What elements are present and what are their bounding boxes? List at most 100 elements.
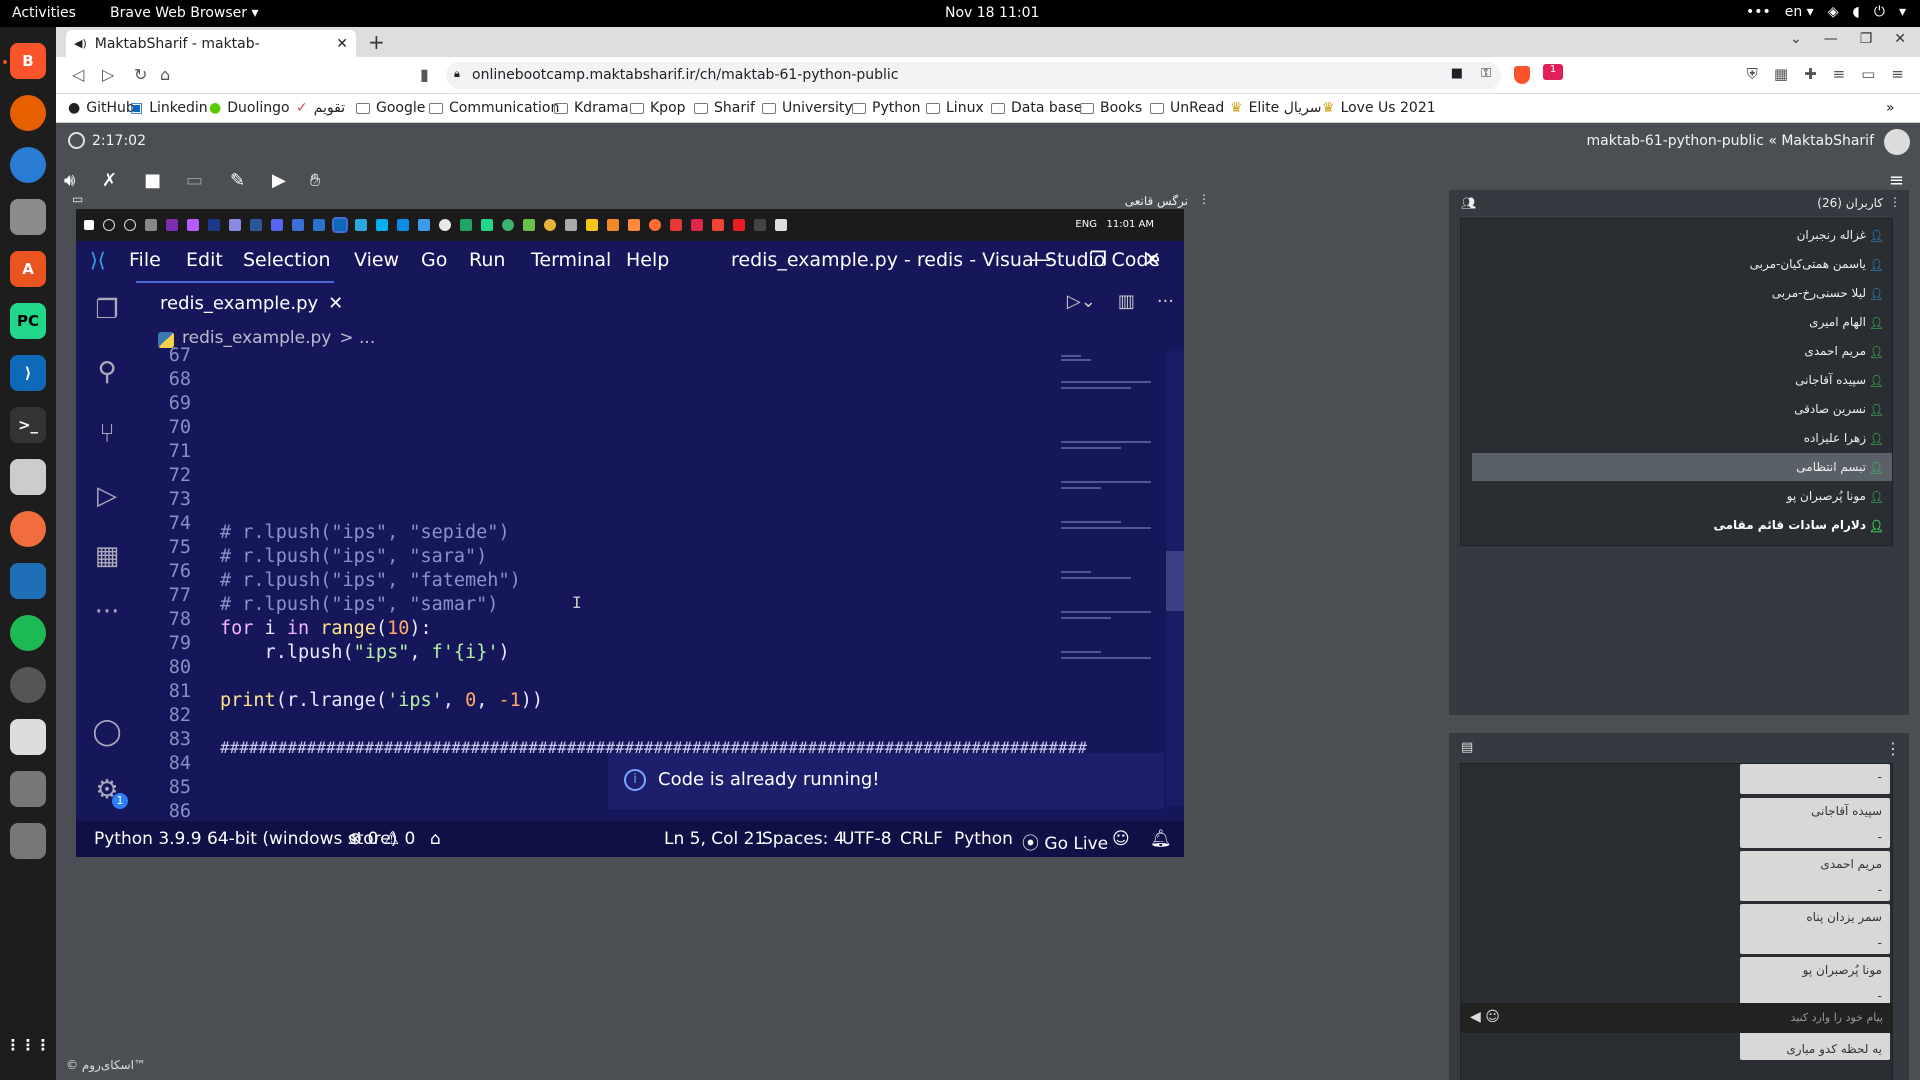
app-icon[interactable] [208,219,220,231]
close-icon[interactable]: ✕ [336,36,348,52]
code-line-75[interactable]: # r.lpush("ips", "sara") [220,546,487,567]
user-list-item[interactable]: 👤︎ غزاله رنجبران [1472,221,1892,249]
discord-icon[interactable] [271,219,283,231]
scrollbar-thumb[interactable] [1166,551,1184,611]
key-icon[interactable]: ⚿ [1481,66,1491,81]
brave-icon[interactable]: B [10,43,46,79]
close-button[interactable]: ✕ [1144,247,1161,271]
home-icon[interactable]: ⌂ [430,829,441,849]
more-vertical-icon[interactable]: ⋮ [1885,739,1901,758]
puzzle-icon[interactable]: ✚ [1804,65,1817,83]
code-line-78[interactable]: for i in range(10): [220,618,432,639]
windows-start-icon[interactable] [84,220,94,230]
code-line-79[interactable]: r.lpush("ips", f'{i}') [220,642,510,663]
minimize-button[interactable]: — [1031,247,1051,271]
code-line-81[interactable]: print(r.lrange('ips', 0, -1)) [220,690,543,711]
cortana-icon[interactable] [124,219,136,231]
app-menu[interactable]: Brave Web Browser ▾ [110,5,258,21]
app-icon[interactable] [292,219,304,231]
maximize-button[interactable]: ❐ [1860,31,1873,47]
pen-icon[interactable]: ✎ [230,170,245,191]
postman-icon[interactable] [649,219,661,231]
wireshark-icon[interactable] [10,563,46,599]
bookmark-unread[interactable]: UnRead [1150,100,1224,116]
search-icon[interactable] [103,219,115,231]
golive-button[interactable]: ⦿ Go Live [1022,829,1108,854]
tray-time[interactable]: 11:01 AM [1107,219,1154,230]
app-icon[interactable] [439,219,451,231]
menu-help[interactable]: Help [626,249,669,271]
bookmark-calendar[interactable]: ✓ تقویم [296,100,345,116]
more-vertical-icon[interactable]: ⋮ [1889,195,1901,209]
app-icon[interactable] [754,219,766,231]
pycharm-icon[interactable]: PC [10,303,46,339]
menu-go[interactable]: Go [421,249,447,271]
send-icon[interactable]: ◀ ☺ [1470,1009,1500,1025]
menu-edit[interactable]: Edit [186,249,223,271]
bookmark-books[interactable]: Books [1080,100,1142,116]
vlc-icon[interactable] [607,219,619,231]
app-icon[interactable] [565,219,577,231]
code-line-77[interactable]: # r.lpush("ips", "samar") [220,594,498,615]
breadcrumb-file[interactable]: redis_example.py [182,328,331,348]
bookmark-github[interactable]: ● GitHub [68,100,135,116]
search-icon[interactable]: ⚲ [91,357,123,389]
postman-icon[interactable] [10,511,46,547]
app-icon[interactable] [628,219,640,231]
restore-button[interactable]: ❐ [1089,247,1107,271]
camera-icon[interactable]: ■ [1451,66,1463,81]
editor-tab[interactable]: redis_example.py ✕ [136,281,343,325]
app-icon[interactable] [418,219,430,231]
user-list-item[interactable]: 👤︎ تبسم انتظامی [1472,453,1892,481]
home-icon[interactable]: ⌂ [160,65,170,84]
user-list-item[interactable]: 👤︎ یاسمن همتی‌کیان-مربی [1472,250,1892,278]
terminal-icon[interactable]: >_ [10,407,46,443]
menu-icon[interactable]: ≡ [1891,65,1904,83]
word-icon[interactable] [250,219,262,231]
skype-icon[interactable] [376,219,388,231]
extension-icon[interactable]: ▦ [1774,65,1788,83]
bookmarks-overflow[interactable]: » [1886,100,1895,116]
bookmark-kdrama[interactable]: Kdrama [554,100,629,116]
wallet-icon[interactable]: ▭ [1861,65,1875,83]
user-list-item[interactable]: 👤︎ دلارام سادات قائم مقامی [1472,511,1892,539]
notifications-bell-icon[interactable]: 🔔︎ [1150,829,1172,849]
bookmark-duolingo[interactable]: ● Duolingo [209,100,290,116]
tab-search-icon[interactable]: ⌄ [1790,31,1802,47]
bookmark-university[interactable]: University [762,100,853,116]
app-icon[interactable] [187,219,199,231]
status-position[interactable]: Ln 5, Col 21 [664,829,765,849]
brave-shields-icon[interactable] [1514,66,1530,84]
app-icon[interactable] [712,219,724,231]
browser-tab[interactable]: ◀) MaktabSharif - maktab- ✕ [66,30,356,57]
bookmark-elite[interactable]: ♛ Elite سریال [1230,100,1322,116]
vscode-icon[interactable]: ⟩ [10,355,46,391]
bookmark-icon[interactable]: ▮ [420,65,429,84]
breadcrumb-symbols[interactable]: > ... [339,328,375,348]
rewards-badge[interactable]: 1 [1543,64,1563,80]
app-icon[interactable] [166,219,178,231]
bookmark-python[interactable]: Python [852,100,921,116]
files-icon[interactable] [10,199,46,235]
monitor-icon[interactable]: ▭ [72,192,83,206]
activities-button[interactable]: Activities [12,5,76,21]
user-list-item[interactable]: 👤︎ سپیده آقاجانی [1472,366,1892,394]
bookmark-kpop[interactable]: Kpop [630,100,686,116]
bookmark-communication[interactable]: Communication [429,100,559,116]
settings-icon[interactable] [10,459,46,495]
feedback-icon[interactable]: ☺ [1112,829,1130,849]
language-indicator[interactable]: en ▾ [1785,4,1814,20]
new-tab-button[interactable]: + [368,30,385,54]
menu-selection[interactable]: Selection [243,249,331,271]
camera-icon[interactable]: ■ [144,170,161,191]
app-grid-icon[interactable]: ⋮⋮⋮ [6,1027,51,1063]
run-debug-icon[interactable]: ▷ [91,481,123,513]
speaker-icon[interactable]: 🔊︎ [64,170,75,191]
code-line-76[interactable]: # r.lpush("ips", "fatemeh") [220,570,521,591]
user-list-item[interactable]: 👤︎ نسرین صادقی [1472,395,1892,423]
playlist-icon[interactable]: ≡ [1833,65,1846,83]
source-control-icon[interactable]: ⑂ [91,419,123,451]
user-list-item[interactable]: 👤︎ زهرا علیزاده [1472,424,1892,452]
system-tray[interactable]: ••• en ▾ ◈ ◖ ⏻ ▾ [1746,4,1906,20]
address-bar[interactable]: 🔒︎ onlinebootcamp.maktabsharif.ir/ch/mak… [446,62,1501,89]
